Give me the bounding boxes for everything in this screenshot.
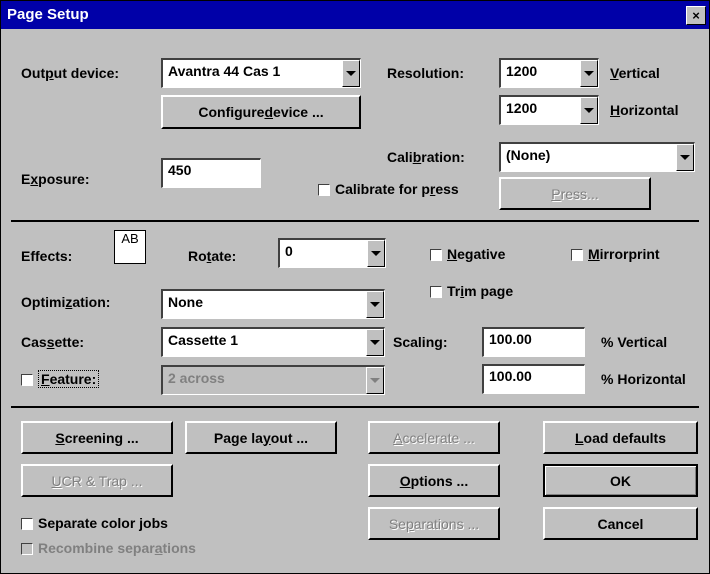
- negative-checkbox[interactable]: [430, 249, 442, 261]
- chevron-down-icon[interactable]: [580, 60, 598, 87]
- trim-page-label: Trim page: [447, 283, 514, 299]
- close-button[interactable]: ×: [686, 6, 706, 25]
- effects-preview: AB: [114, 230, 146, 264]
- recombine-separations-label: Recombine separations: [38, 540, 196, 556]
- vertical-label: Vertical: [610, 65, 660, 81]
- scaling-vertical-label: % Vertical: [601, 334, 668, 350]
- calibrate-for-press-checkbox[interactable]: [318, 184, 330, 196]
- chevron-down-icon[interactable]: [367, 240, 385, 267]
- rotate-value: 0: [285, 243, 293, 259]
- chevron-down-icon[interactable]: [366, 291, 384, 318]
- separator: [11, 406, 699, 408]
- scaling-horizontal-label: % Horizontal: [601, 371, 686, 387]
- exposure-input[interactable]: 450: [161, 158, 261, 188]
- negative-label: Negative: [447, 246, 506, 262]
- resolution-horizontal-value: 1200: [506, 100, 538, 116]
- feature-select[interactable]: 2 across: [161, 365, 385, 395]
- separate-color-jobs-label: Separate color jobs: [38, 515, 168, 531]
- options-button[interactable]: Options ...: [368, 464, 500, 497]
- chevron-down-icon[interactable]: [342, 60, 360, 87]
- output-device-value: Avantra 44 Cas 1: [168, 63, 281, 79]
- effects-label: Effects:: [21, 248, 73, 264]
- cassette-value: Cassette 1: [168, 332, 239, 348]
- horizontal-label: Horizontal: [610, 102, 679, 118]
- mirrorprint-checkbox[interactable]: [571, 249, 583, 261]
- separations-button[interactable]: Se p arations ...: [368, 507, 500, 540]
- accelerate-button[interactable]: Accelerate ...: [368, 421, 500, 454]
- cancel-button[interactable]: Cancel: [543, 507, 698, 540]
- scaling-label: Scaling:: [393, 334, 448, 350]
- mirrorprint-label: Mirrorprint: [588, 246, 660, 262]
- title-bar: Page Setup ×: [1, 1, 709, 29]
- output-device-label: Output device:: [21, 65, 120, 81]
- dialog-title: Page Setup: [7, 6, 89, 23]
- calibrate-for-press-label: Calibrate for press: [335, 181, 459, 197]
- page-layout-button[interactable]: Page la y out ...: [185, 421, 337, 454]
- ok-button[interactable]: OK: [543, 464, 698, 497]
- feature-value: 2 across: [168, 370, 225, 386]
- ucr-trap-button[interactable]: U CR & Trap ...: [21, 464, 173, 497]
- screening-button[interactable]: Screening ...: [21, 421, 173, 454]
- exposure-label: Exposure:: [21, 171, 90, 187]
- cassette-label: Cassette:: [21, 334, 85, 350]
- scaling-horizontal-input[interactable]: 100.00: [482, 364, 585, 394]
- output-device-select[interactable]: Avantra 44 Cas 1: [161, 58, 361, 88]
- feature-label: Feature:: [38, 370, 100, 388]
- page-setup-dialog: Page Setup × Output device: Avantra 44 C…: [0, 0, 710, 574]
- resolution-vertical-select[interactable]: 1200: [499, 58, 599, 88]
- press-button[interactable]: Press...: [499, 177, 651, 210]
- configure-device-button[interactable]: Configure d evice ...: [161, 95, 361, 129]
- optimization-label: Optimization:: [21, 294, 111, 310]
- cassette-select[interactable]: Cassette 1: [161, 327, 385, 357]
- load-defaults-button[interactable]: Load defaults: [543, 421, 698, 454]
- separate-color-jobs-checkbox[interactable]: [21, 518, 33, 530]
- chevron-down-icon[interactable]: [366, 329, 384, 356]
- calibration-value: (None): [506, 147, 551, 163]
- trim-page-checkbox[interactable]: [430, 286, 442, 298]
- optimization-value: None: [168, 294, 203, 310]
- resolution-horizontal-select[interactable]: 1200: [499, 95, 599, 125]
- calibration-label: Calibration:: [387, 149, 465, 165]
- calibration-select[interactable]: (None): [499, 142, 695, 172]
- chevron-down-icon[interactable]: [366, 367, 384, 394]
- close-icon: ×: [692, 8, 700, 23]
- resolution-label: Resolution:: [387, 65, 464, 81]
- feature-checkbox[interactable]: [21, 374, 33, 386]
- chevron-down-icon[interactable]: [580, 97, 598, 124]
- scaling-vertical-input[interactable]: 100.00: [482, 327, 585, 357]
- recombine-separations-checkbox[interactable]: [21, 543, 33, 555]
- rotate-select[interactable]: 0: [278, 238, 386, 268]
- chevron-down-icon[interactable]: [676, 144, 694, 171]
- optimization-select[interactable]: None: [161, 289, 385, 319]
- separator: [11, 220, 699, 222]
- rotate-label: Rotate:: [188, 248, 237, 264]
- resolution-vertical-value: 1200: [506, 63, 538, 79]
